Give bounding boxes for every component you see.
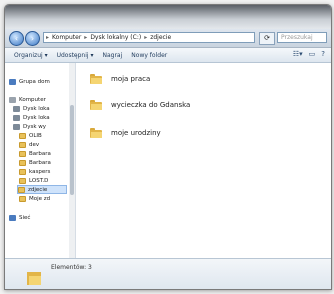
nav-item-label: Komputer: [19, 96, 46, 103]
scrollbar-thumb[interactable]: [70, 105, 74, 195]
breadcrumb-computer[interactable]: Komputer: [52, 34, 81, 41]
nav-item-label: Dysk wy: [23, 123, 47, 130]
drive-icon: [13, 114, 20, 121]
explorer-window: ‹ › ▸ Komputer ▸ Dysk lokalny (C:) ▸ zdj…: [4, 4, 332, 290]
nav-item-label: dev: [29, 141, 40, 148]
breadcrumb-drive[interactable]: Dysk lokalny (C:): [90, 34, 141, 41]
nav-item-label: Sieć: [19, 214, 31, 221]
drive-icon: [13, 105, 20, 112]
new-folder-button[interactable]: Nowy folder: [131, 52, 167, 59]
file-name: moja praca: [111, 75, 151, 83]
address-bar[interactable]: ▸ Komputer ▸ Dysk lokalny (C:) ▸ zdjecie: [43, 32, 255, 43]
burn-button[interactable]: Nagraj: [102, 52, 122, 59]
nav-item-folder[interactable]: OLIB: [19, 131, 42, 140]
folder-icon: [19, 141, 26, 148]
nav-item-folder[interactable]: Barbara: [19, 158, 51, 167]
view-options-icon[interactable]: ☷▾: [293, 50, 303, 58]
nav-item-selected-folder[interactable]: zdjecie: [17, 185, 67, 194]
nav-item-folder[interactable]: LOST.D: [19, 176, 48, 185]
nav-item-homegroup[interactable]: Grupa dom: [9, 77, 50, 86]
drive-icon: [13, 123, 20, 130]
item-count: Elementów: 3: [51, 264, 92, 271]
folder-icon: [19, 132, 26, 139]
nav-item-label: kaspers: [29, 168, 51, 175]
breadcrumb-folder[interactable]: zdjecie: [150, 34, 171, 41]
nav-item-folder[interactable]: dev: [19, 140, 39, 149]
folder-icon: [27, 269, 41, 285]
nav-item-label: Barbara: [29, 159, 51, 166]
search-input[interactable]: Przeszukaj: [277, 32, 327, 43]
nav-item-label: Moje zd: [29, 195, 51, 202]
computer-icon: [9, 96, 16, 103]
list-item[interactable]: wycieczka do Gdanska: [90, 97, 190, 113]
organize-button[interactable]: Organizuj ▾: [14, 52, 48, 59]
share-button[interactable]: Udostępnij ▾: [57, 52, 94, 59]
list-item[interactable]: moje urodziny: [90, 125, 161, 141]
folder-icon: [19, 168, 26, 175]
preview-pane-icon[interactable]: ▭: [309, 50, 316, 58]
file-list: moja praca wycieczka do Gdanska moje uro…: [76, 63, 331, 259]
file-name: moje urodziny: [111, 129, 161, 137]
nav-item-label: Dysk loka: [23, 114, 50, 121]
folder-icon: [90, 74, 102, 84]
details-pane: Elementów: 3: [5, 258, 331, 289]
nav-item-drive-2[interactable]: Dysk loka: [13, 113, 50, 122]
nav-scrollbar[interactable]: [69, 63, 76, 259]
nav-item-folder[interactable]: Barbara: [19, 149, 51, 158]
title-bar[interactable]: [5, 5, 331, 29]
file-name: wycieczka do Gdanska: [111, 101, 191, 109]
refresh-button[interactable]: ⟳: [259, 32, 275, 45]
help-icon[interactable]: ?: [321, 50, 325, 58]
nav-item-label: Dysk loka: [23, 105, 50, 112]
command-bar: Organizuj ▾ Udostępnij ▾ Nagraj Nowy fol…: [5, 48, 331, 63]
navigation-pane: Grupa dom Komputer Dysk loka Dysk loka D…: [5, 63, 70, 259]
nav-item-label: zdjecie: [28, 186, 48, 193]
back-button[interactable]: ‹: [9, 31, 24, 46]
nav-item-computer[interactable]: Komputer: [9, 95, 46, 104]
nav-item-label: Barbara: [29, 150, 51, 157]
network-icon: [9, 214, 16, 221]
nav-item-label: Grupa dom: [19, 78, 50, 85]
nav-item-folder[interactable]: kaspers: [19, 167, 50, 176]
address-row: ‹ › ▸ Komputer ▸ Dysk lokalny (C:) ▸ zdj…: [5, 29, 331, 48]
breadcrumb-separator-icon: ▸: [84, 34, 88, 41]
nav-item-network[interactable]: Sieć: [9, 213, 30, 222]
homegroup-icon: [9, 78, 16, 85]
nav-item-label: LOST.D: [29, 177, 49, 184]
folder-icon: [19, 150, 26, 157]
address-arrow-icon: ▸: [46, 34, 50, 41]
folder-icon: [18, 186, 25, 193]
list-item[interactable]: moja praca: [90, 71, 150, 87]
folder-icon: [19, 195, 26, 202]
folder-icon: [19, 177, 26, 184]
folder-icon: [90, 128, 102, 138]
forward-button[interactable]: ›: [25, 31, 40, 46]
folder-icon: [19, 159, 26, 166]
nav-item-label: OLIB: [29, 132, 42, 139]
breadcrumb-separator-icon: ▸: [144, 34, 148, 41]
nav-item-drive-3[interactable]: Dysk wy: [13, 122, 46, 131]
folder-icon: [90, 100, 102, 110]
nav-item-drive-1[interactable]: Dysk loka: [13, 104, 50, 113]
nav-item-folder[interactable]: Moje zd: [19, 194, 50, 203]
